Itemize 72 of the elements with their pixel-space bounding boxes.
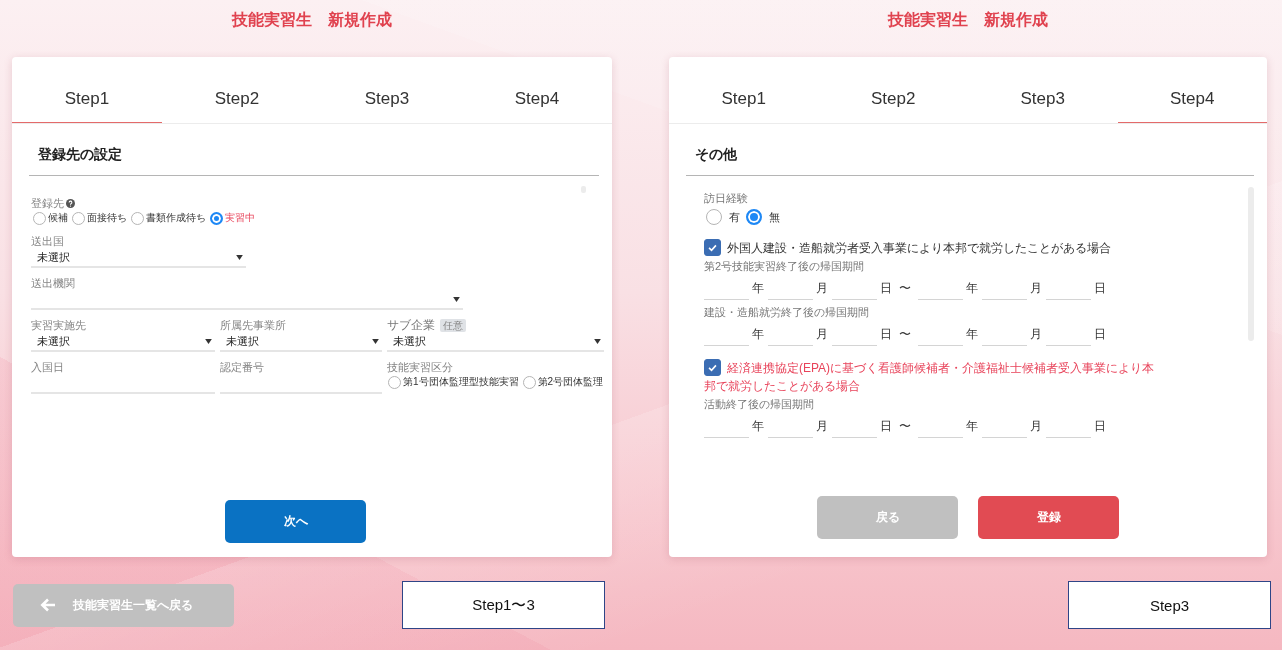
optional-badge: 任意 <box>440 318 466 332</box>
page-title: 技能実習生 新規作成 <box>232 11 392 28</box>
field-label: 送出国 <box>31 234 65 248</box>
field-label: 登録先 <box>31 196 64 210</box>
step-tab[interactable]: Step1 <box>669 57 819 123</box>
help-icon[interactable] <box>66 198 75 208</box>
date-unit-label: 年 <box>752 326 764 343</box>
step-caption: Step1〜3 <box>402 581 605 629</box>
date-unit-label: 日 <box>880 280 892 297</box>
radio-option[interactable]: 書類作成待ち <box>131 210 206 226</box>
date-unit-label: 年 <box>966 280 978 297</box>
field-label: 第2号技能実習終了後の帰国期間 <box>704 259 866 274</box>
radio-option[interactable]: 候補 <box>33 210 68 226</box>
date-unit-label: 年 <box>752 280 764 297</box>
field-label: 訪日経験 <box>704 191 749 206</box>
step-tab[interactable]: Step2 <box>162 57 312 123</box>
date-unit-label: 月 <box>816 418 828 435</box>
dropdown-arrow-icon <box>236 254 243 260</box>
dropdown-arrow-icon <box>372 338 379 344</box>
field-label: 技能実習区分 <box>387 360 454 374</box>
field-label: 送出機関 <box>31 276 76 290</box>
step-caption: Step3 <box>1068 581 1271 629</box>
date-unit-label: 年 <box>752 418 764 435</box>
range-separator: 〜 <box>899 326 911 343</box>
field-label: 実習実施先 <box>31 318 87 332</box>
date-unit-label: 日 <box>1094 418 1106 435</box>
register-button[interactable]: 登録 <box>978 496 1119 539</box>
step-tab[interactable]: Step3 <box>968 57 1118 123</box>
radio-option[interactable]: 実習中 <box>210 210 255 226</box>
date-unit-label: 月 <box>816 280 828 297</box>
page-title: 技能実習生 新規作成 <box>888 11 1048 28</box>
radio-option[interactable]: 面接待ち <box>72 210 127 226</box>
dropdown-field[interactable]: 未選択 <box>220 332 382 352</box>
date-unit-label: 年 <box>966 326 978 343</box>
date-unit-label: 日 <box>880 326 892 343</box>
step-tab[interactable]: Step4 <box>462 57 612 123</box>
next-button[interactable]: 次へ <box>225 500 366 543</box>
date-unit-label: 月 <box>1030 326 1042 343</box>
date-unit-label: 日 <box>1094 280 1106 297</box>
field-label: サブ企業 <box>387 318 435 332</box>
step-tab[interactable]: Step3 <box>312 57 462 123</box>
dropdown-field[interactable]: 未選択 <box>31 248 246 268</box>
date-unit-label: 月 <box>1030 280 1042 297</box>
date-unit-label: 月 <box>816 326 828 343</box>
dropdown-arrow-icon <box>453 296 460 302</box>
field-label: 所属先事業所 <box>220 318 287 332</box>
field-label: 入国日 <box>31 360 65 374</box>
dropdown-field[interactable]: 未選択 <box>31 332 215 352</box>
range-separator: 〜 <box>899 280 911 297</box>
radio-option[interactable]: 第1号団体監理型技能実習 <box>388 374 519 390</box>
date-unit-label: 月 <box>1030 418 1042 435</box>
date-unit-label: 日 <box>1094 326 1106 343</box>
date-unit-label: 年 <box>966 418 978 435</box>
section-title: 登録先の設定 <box>38 146 122 162</box>
radio-option[interactable]: 有 <box>706 209 740 225</box>
date-unit-label: 日 <box>880 418 892 435</box>
range-separator: 〜 <box>899 418 911 435</box>
left-arrow-icon <box>40 598 56 612</box>
step-tab[interactable]: Step2 <box>818 57 968 123</box>
section-title: その他 <box>695 146 737 162</box>
radio-option[interactable]: 第2号団体監理 <box>522 374 604 390</box>
radio-option[interactable]: 無 <box>746 209 780 225</box>
field-label: 建設・造船就労終了後の帰国期間 <box>704 305 870 320</box>
dropdown-arrow-icon <box>205 338 212 344</box>
checkbox-option[interactable]: 経済連携協定(EPA)に基づく看護師候補者・介護福祉士候補者受入事業により本邦で就労したことがある場合 <box>704 359 1158 395</box>
checkbox-option[interactable]: 外国人建設・造船就労者受入事業により本邦で就労したことがある場合 <box>704 239 1158 257</box>
step-tab[interactable]: Step4 <box>1117 57 1267 123</box>
field-label: 認定番号 <box>220 360 265 374</box>
dropdown-arrow-icon <box>594 338 601 344</box>
field-label: 活動終了後の帰国期間 <box>704 397 815 412</box>
dropdown-field[interactable]: 未選択 <box>387 332 604 352</box>
step-tab[interactable]: Step1 <box>12 57 162 123</box>
